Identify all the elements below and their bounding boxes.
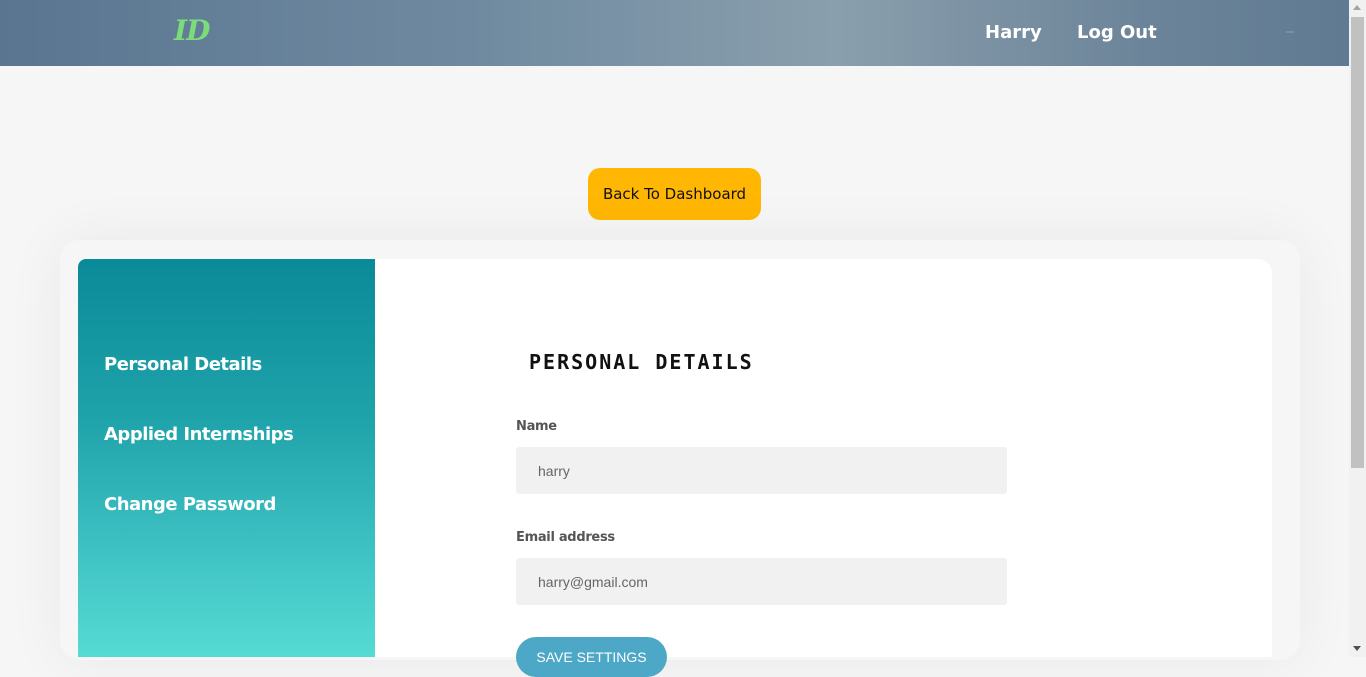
profile-sidebar: Personal Details Applied Internships Cha…	[78, 259, 375, 657]
sidebar-item-applied-internships[interactable]: Applied Internships	[104, 424, 294, 445]
scroll-down-arrow-icon[interactable]	[1353, 646, 1361, 651]
nav-user-name[interactable]: Harry	[985, 22, 1042, 43]
back-to-dashboard-button[interactable]: Back To Dashboard	[588, 168, 761, 220]
name-input[interactable]	[516, 447, 1007, 494]
menu-indicator-icon	[1286, 31, 1294, 33]
email-label: Email address	[516, 530, 615, 545]
name-label: Name	[516, 419, 557, 434]
logout-link[interactable]: Log Out	[1077, 22, 1157, 43]
sidebar-item-personal-details[interactable]: Personal Details	[104, 354, 262, 375]
vertical-scrollbar[interactable]	[1349, 0, 1366, 657]
save-settings-button[interactable]: SAVE SETTINGS	[516, 637, 667, 677]
scroll-thumb[interactable]	[1351, 17, 1364, 468]
personal-details-card: PERSONAL DETAILS Name Email address SAVE…	[375, 259, 1272, 677]
sidebar-item-change-password[interactable]: Change Password	[104, 494, 276, 515]
logo[interactable]: ID	[174, 14, 210, 47]
scroll-up-arrow-icon[interactable]	[1353, 5, 1361, 10]
top-navbar: ID Harry Log Out	[0, 0, 1349, 66]
section-title: PERSONAL DETAILS	[529, 350, 754, 374]
email-input[interactable]	[516, 558, 1007, 605]
